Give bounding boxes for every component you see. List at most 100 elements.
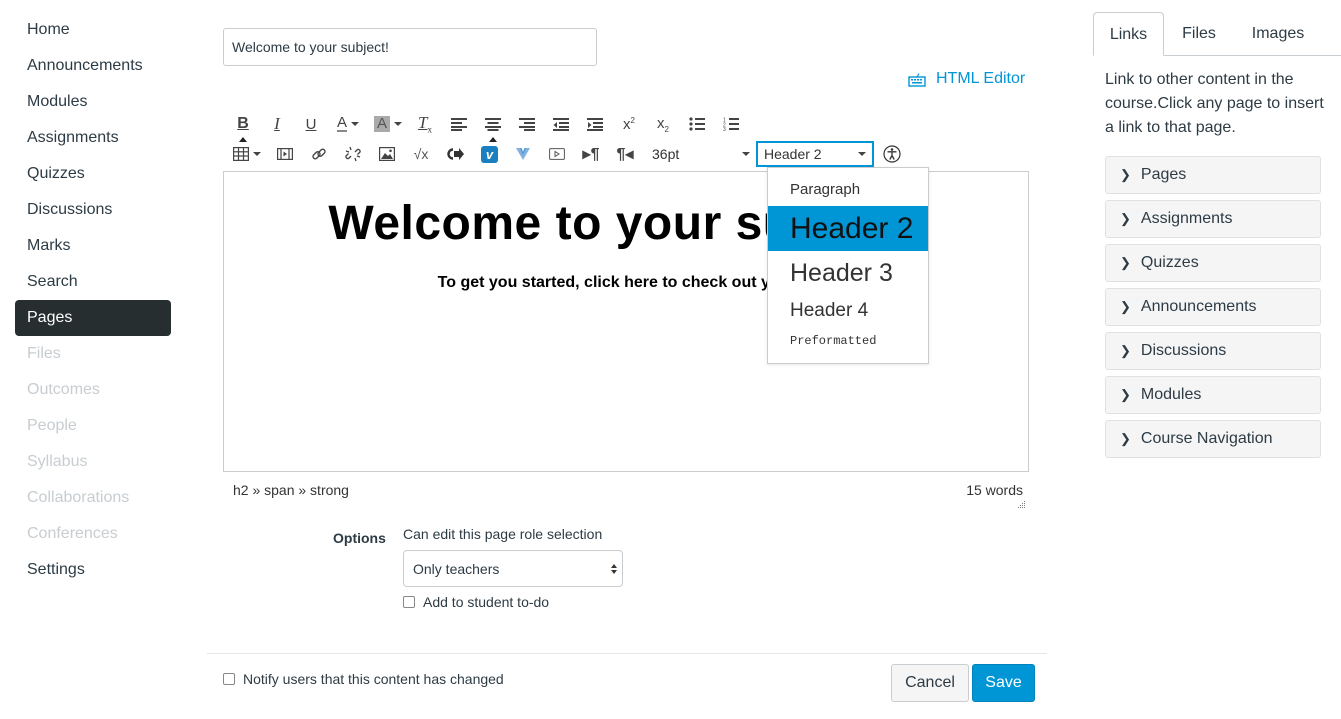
- footer-divider: [207, 653, 1047, 654]
- section-discussions[interactable]: ❯ Discussions: [1105, 332, 1321, 370]
- text-color-button[interactable]: A: [328, 112, 368, 136]
- link-sections-list: ❯ Pages ❯ Assignments ❯ Quizzes ❯ Announceme…: [1105, 156, 1321, 464]
- section-modules[interactable]: ❯ Modules: [1105, 376, 1321, 414]
- tab-images[interactable]: Images: [1243, 12, 1313, 56]
- square-root-icon: √x: [413, 146, 429, 162]
- edit-role-value: Only teachers: [413, 560, 500, 577]
- align-right-button[interactable]: [510, 112, 544, 136]
- element-path: h2 » span » strong: [233, 482, 349, 498]
- nav-item-announcements[interactable]: Announcements: [15, 48, 171, 84]
- format-option-preformatted[interactable]: Preformatted: [768, 331, 928, 351]
- outdent-button[interactable]: [544, 112, 578, 136]
- clear-formatting-icon: Tx: [418, 113, 432, 135]
- role-selection-caption: Can edit this page role selection: [403, 526, 603, 542]
- link-button[interactable]: [302, 142, 336, 166]
- chevron-right-icon: ❯: [1120, 211, 1131, 226]
- accessibility-checker-button[interactable]: [874, 142, 910, 166]
- nav-item-settings[interactable]: Settings: [15, 552, 171, 588]
- notify-users-label[interactable]: Notify users that this content has chang…: [243, 671, 504, 687]
- table-button[interactable]: [226, 142, 268, 166]
- section-label: Course Navigation: [1140, 430, 1273, 447]
- font-size-select[interactable]: 36pt: [642, 142, 754, 166]
- chevron-down-icon: [394, 122, 402, 126]
- image-button[interactable]: [370, 142, 404, 166]
- text-color-icon: A: [336, 114, 347, 132]
- links-description: Link to other content in the course.Clic…: [1105, 71, 1324, 136]
- section-quizzes[interactable]: ❯ Quizzes: [1105, 244, 1321, 282]
- v-tool-button[interactable]: [506, 142, 540, 166]
- format-option-header-4[interactable]: Header 4: [768, 298, 928, 324]
- section-label: Announcements: [1140, 298, 1257, 315]
- rtl-button[interactable]: ¶◂: [608, 142, 642, 166]
- chevron-right-icon: ❯: [1120, 343, 1131, 358]
- superscript-icon: x2: [623, 115, 635, 133]
- word-count: 15 words: [966, 482, 1023, 498]
- svg-text:3: 3: [723, 127, 726, 131]
- align-left-button[interactable]: [442, 112, 476, 136]
- save-button[interactable]: Save: [972, 664, 1035, 702]
- page-title-input[interactable]: [223, 28, 597, 66]
- section-pages[interactable]: ❯ Pages: [1105, 156, 1321, 194]
- align-center-icon: [485, 118, 501, 131]
- nav-item-conferences[interactable]: Conferences: [15, 516, 171, 552]
- nav-item-marks[interactable]: Marks: [15, 228, 171, 264]
- format-option-header-3[interactable]: Header 3: [768, 254, 928, 292]
- edit-role-select[interactable]: Only teachers: [403, 550, 623, 587]
- nav-item-outcomes[interactable]: Outcomes: [15, 372, 171, 408]
- student-todo-checkbox[interactable]: [403, 596, 415, 608]
- section-assignments[interactable]: ❯ Assignments: [1105, 200, 1321, 238]
- notify-users-option: Notify users that this content has chang…: [223, 671, 504, 687]
- unlink-button[interactable]: [336, 142, 370, 166]
- resize-handle[interactable]: [1016, 496, 1026, 508]
- nav-item-modules[interactable]: Modules: [15, 84, 171, 120]
- outdent-icon: [553, 118, 569, 131]
- bullet-list-button[interactable]: [680, 112, 714, 136]
- cancel-button[interactable]: Cancel: [891, 664, 969, 702]
- nav-item-assignments[interactable]: Assignments: [15, 120, 171, 156]
- align-center-button[interactable]: [476, 112, 510, 142]
- html-editor-label: HTML Editor: [936, 70, 1026, 87]
- tab-files[interactable]: Files: [1169, 12, 1229, 56]
- options-label: Options: [333, 530, 386, 546]
- student-todo-label[interactable]: Add to student to-do: [423, 594, 549, 610]
- equation-button[interactable]: √x: [404, 142, 438, 166]
- course-navigation: Home Announcements Modules Assignments Q…: [15, 12, 171, 588]
- format-option-paragraph[interactable]: Paragraph: [768, 178, 928, 202]
- section-announcements[interactable]: ❯ Announcements: [1105, 288, 1321, 326]
- video-button[interactable]: [540, 142, 574, 166]
- image-icon: [379, 147, 395, 161]
- nav-item-search[interactable]: Search: [15, 264, 171, 300]
- editor-toolbar-row-2: √x v ▸¶ ¶◂ 36pt Header 2: [226, 141, 910, 167]
- indent-button[interactable]: [578, 112, 612, 136]
- nav-item-syllabus[interactable]: Syllabus: [15, 444, 171, 480]
- html-editor-toggle[interactable]: HTML Editor: [908, 68, 1025, 90]
- external-tool-button[interactable]: [438, 142, 472, 166]
- vimeo-button[interactable]: v: [472, 142, 506, 166]
- section-label: Assignments: [1140, 210, 1233, 227]
- underline-button[interactable]: U: [294, 112, 328, 136]
- tab-links[interactable]: Links: [1093, 12, 1164, 56]
- superscript-button[interactable]: x2: [612, 112, 646, 136]
- notify-users-checkbox[interactable]: [223, 673, 235, 685]
- block-format-select[interactable]: Header 2: [756, 141, 874, 167]
- numbered-list-button[interactable]: 123: [714, 112, 748, 136]
- italic-button[interactable]: I: [260, 112, 294, 136]
- chevron-right-icon: ❯: [1120, 431, 1131, 446]
- subscript-button[interactable]: x2: [646, 112, 680, 136]
- nav-item-pages[interactable]: Pages: [15, 300, 171, 336]
- format-option-header-2[interactable]: Header 2: [768, 206, 928, 251]
- clear-formatting-button[interactable]: Tx: [408, 112, 442, 136]
- nav-item-quizzes[interactable]: Quizzes: [15, 156, 171, 192]
- nav-item-files[interactable]: Files: [15, 336, 171, 372]
- nav-item-home[interactable]: Home: [15, 12, 171, 48]
- indent-icon: [587, 118, 603, 131]
- nav-item-collaborations[interactable]: Collaborations: [15, 480, 171, 516]
- select-arrows-icon: [611, 563, 617, 574]
- background-color-button[interactable]: A: [368, 112, 408, 136]
- ltr-button[interactable]: ▸¶: [574, 142, 608, 166]
- section-course-navigation[interactable]: ❯ Course Navigation: [1105, 420, 1321, 458]
- bold-button[interactable]: B: [226, 112, 260, 142]
- nav-item-people[interactable]: People: [15, 408, 171, 444]
- media-button[interactable]: [268, 142, 302, 166]
- nav-item-discussions[interactable]: Discussions: [15, 192, 171, 228]
